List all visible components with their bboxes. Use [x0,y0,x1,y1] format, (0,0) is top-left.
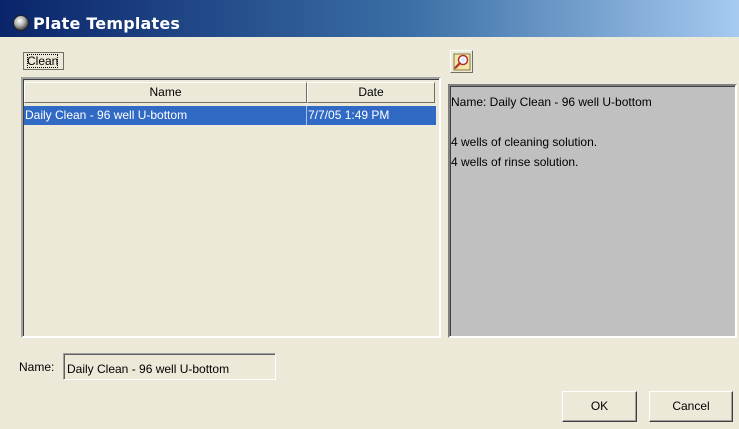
title-bar[interactable]: Plate Templates [0,0,739,37]
plate-templates-dialog: Plate Templates Clean Name Date Daily Cl… [0,0,739,429]
table-row[interactable]: Daily Clean - 96 well U-bottom 7/7/05 1:… [24,106,436,125]
description-line: 4 wells of rinse solution. [451,155,579,169]
column-header-name[interactable]: Name [24,82,307,103]
ok-button[interactable]: OK [562,391,637,422]
table-header: Name Date [24,80,436,104]
cancel-button[interactable]: Cancel [649,391,733,422]
category-clean-button[interactable]: Clean [23,52,64,70]
row-date-cell: 7/7/05 1:49 PM [308,108,390,122]
column-divider [306,106,307,125]
name-input[interactable] [63,353,276,380]
category-label: Clean [27,54,59,68]
name-label: Name: [19,360,55,374]
window-title: Plate Templates [33,14,181,33]
template-table: Name Date Daily Clean - 96 well U-bottom… [24,80,436,125]
template-description: Name: Daily Clean - 96 well U-bottom 4 w… [448,84,737,338]
magnifier-icon [453,53,471,71]
preview-button[interactable] [450,50,473,73]
row-name-cell: Daily Clean - 96 well U-bottom [25,108,188,122]
description-line [451,112,735,132]
app-icon [13,15,29,31]
description-line: Name: Daily Clean - 96 well U-bottom [451,95,652,109]
column-header-date[interactable]: Date [307,82,435,103]
template-list: Name Date Daily Clean - 96 well U-bottom… [21,77,441,338]
description-line: 4 wells of cleaning solution. [451,135,598,149]
